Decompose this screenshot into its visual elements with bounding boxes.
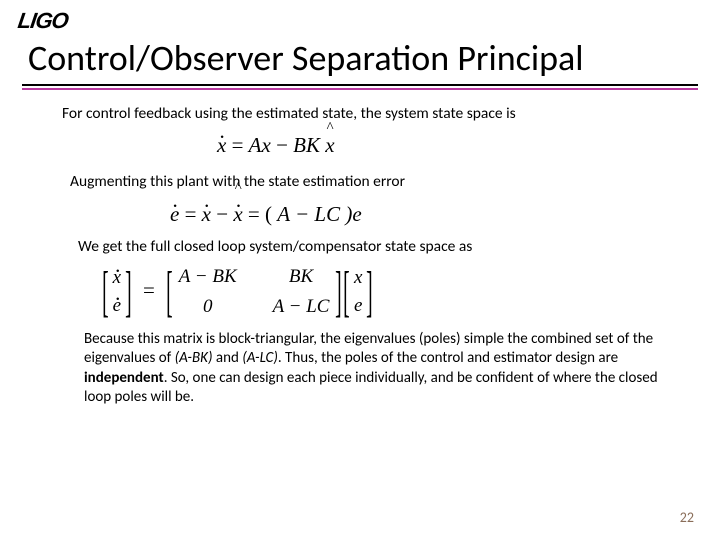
equation-1: x = Ax − BK x	[217, 133, 674, 158]
ligo-logo: LIGO	[18, 8, 68, 34]
slide-title: Control/Observer Separation Principal	[28, 36, 584, 80]
slide-body: For control feedback using the estimated…	[62, 104, 674, 413]
paragraph-4: Because this matrix is block-triangular,…	[84, 330, 674, 407]
paragraph-1: For control feedback using the estimated…	[62, 104, 674, 123]
title-rule-black	[22, 84, 698, 86]
equation-2: e = x − x = ( A − LC )e	[170, 202, 674, 227]
page-number: 22	[680, 509, 694, 526]
paragraph-3: We get the full closed loop system/compe…	[78, 237, 674, 256]
slide: LIGO Control/Observer Separation Princip…	[0, 0, 720, 540]
title-rule-magenta	[22, 88, 698, 90]
equation-3: [ x e ] = [ A − BK BK 0 A − LC ] [	[104, 266, 674, 318]
paragraph-2: Augmenting this plant with the state est…	[70, 172, 674, 191]
